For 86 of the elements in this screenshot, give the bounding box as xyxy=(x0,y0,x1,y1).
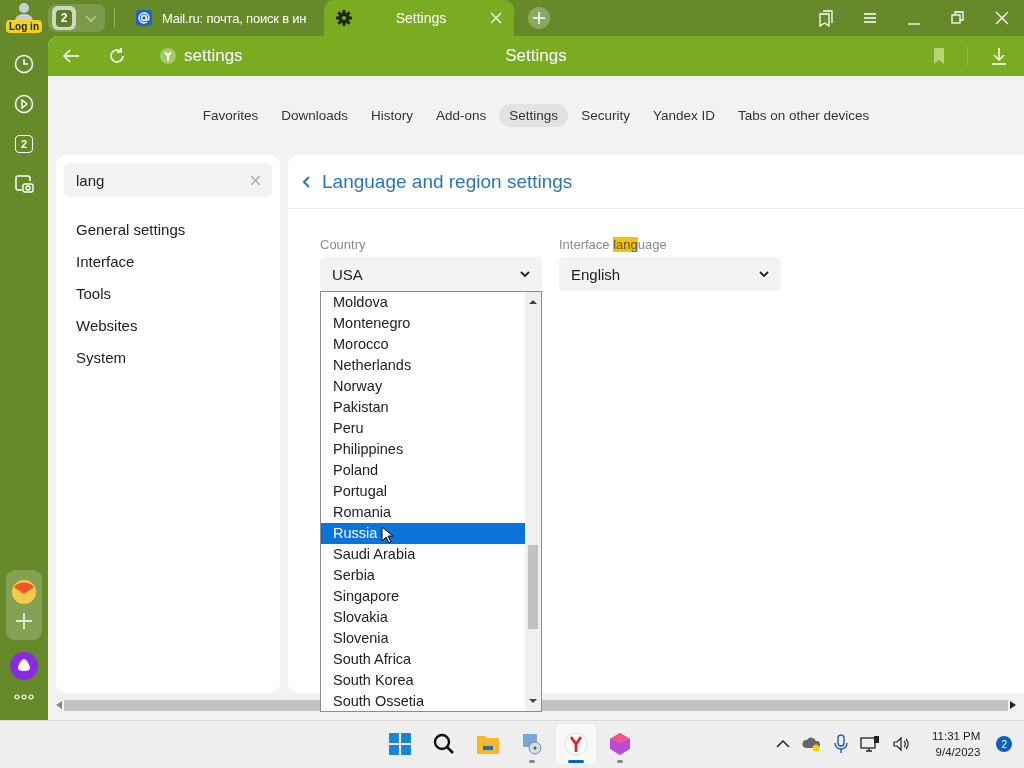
nav-tab[interactable]: Security xyxy=(571,104,640,127)
language-select[interactable]: English xyxy=(559,257,781,291)
download-icon[interactable] xyxy=(990,47,1008,65)
clear-icon[interactable] xyxy=(251,175,260,185)
nav-tab[interactable]: History xyxy=(361,104,424,127)
tab-count-button[interactable]: 2 xyxy=(15,135,33,153)
close-icon[interactable] xyxy=(993,9,1011,27)
tab-count-button[interactable]: 2 xyxy=(52,6,76,30)
play-icon[interactable] xyxy=(14,94,34,114)
country-option[interactable]: Romania xyxy=(321,502,525,523)
search-icon xyxy=(432,732,456,756)
settings-menu-item[interactable]: Interface xyxy=(76,251,272,273)
browser-tab[interactable]: Mail.ru: почта, поиск в ин xyxy=(124,0,324,36)
gem-icon xyxy=(608,732,632,756)
plus-icon xyxy=(533,12,545,24)
scroll-left-icon[interactable] xyxy=(56,701,62,709)
browser-icon xyxy=(564,732,588,756)
chevron-up-icon[interactable] xyxy=(776,739,790,749)
nav-tab[interactable]: Tabs on other devices xyxy=(727,104,880,127)
nav-tab[interactable]: Yandex ID xyxy=(642,104,725,127)
at-sign-icon xyxy=(136,10,152,26)
country-option[interactable]: Slovakia xyxy=(321,607,525,628)
plus-icon[interactable] xyxy=(15,612,33,630)
page-title: Settings xyxy=(505,46,567,66)
reload-icon[interactable] xyxy=(108,47,126,65)
cursor-icon xyxy=(381,526,393,544)
chevron-down-icon xyxy=(520,269,530,279)
nav-tab[interactable]: Add-ons xyxy=(426,104,497,127)
back-chevron-icon[interactable] xyxy=(302,175,310,188)
settings-menu-item[interactable]: Tools xyxy=(76,283,272,305)
network-icon[interactable] xyxy=(860,735,880,753)
scroll-up-icon[interactable] xyxy=(529,298,537,306)
field-label: Interface language xyxy=(559,237,668,252)
country-option[interactable]: Saudi Arabia xyxy=(321,544,525,565)
country-option[interactable]: South Ossetia xyxy=(321,691,525,712)
microphone-icon[interactable] xyxy=(834,734,848,754)
country-option[interactable]: Morocco xyxy=(321,334,525,355)
country-option[interactable]: Russia xyxy=(321,523,525,544)
settings-menu-item[interactable]: Websites xyxy=(76,315,272,337)
back-arrow-icon[interactable] xyxy=(62,47,80,65)
clock-time[interactable]: 11:31 PM xyxy=(932,728,981,744)
restore-icon[interactable] xyxy=(949,9,967,27)
clock-date[interactable]: 9/4/2023 xyxy=(935,744,981,760)
clock-icon[interactable] xyxy=(14,54,34,74)
mail-app-icon[interactable] xyxy=(12,580,36,604)
cloud-icon[interactable] xyxy=(802,736,822,752)
country-option[interactable]: Moldova xyxy=(321,292,525,313)
country-option[interactable]: Peru xyxy=(321,418,525,439)
chevron-down-icon xyxy=(759,269,769,279)
country-option[interactable]: Poland xyxy=(321,460,525,481)
more-icon[interactable] xyxy=(14,694,34,700)
nav-tab[interactable]: Downloads xyxy=(271,104,359,127)
country-option[interactable]: Norway xyxy=(321,376,525,397)
screenshot-icon[interactable] xyxy=(14,174,34,194)
gear-icon xyxy=(336,10,352,26)
scroll-down-icon[interactable] xyxy=(529,697,537,705)
search-field[interactable]: lang xyxy=(64,163,272,197)
scroll-right-icon[interactable] xyxy=(1010,701,1016,709)
computer-icon xyxy=(520,732,544,756)
nav-tab[interactable]: Settings xyxy=(499,104,569,127)
new-tab-button[interactable] xyxy=(528,7,550,29)
country-option[interactable]: South Africa xyxy=(321,649,525,670)
windows-icon xyxy=(388,732,412,756)
site-icon xyxy=(160,48,176,64)
country-option[interactable]: Montenegro xyxy=(321,313,525,334)
country-select[interactable]: USA xyxy=(320,257,542,291)
volume-icon[interactable] xyxy=(892,736,910,752)
login-badge[interactable]: Log in xyxy=(6,20,42,33)
nav-tab[interactable]: Favorites xyxy=(192,104,269,127)
country-option[interactable]: Serbia xyxy=(321,565,525,586)
settings-menu-item[interactable]: General settings xyxy=(76,219,272,241)
notification-badge[interactable]: 2 xyxy=(996,736,1013,752)
close-icon[interactable] xyxy=(490,12,502,24)
section-title: Language and region settings xyxy=(322,170,573,193)
country-option[interactable]: Singapore xyxy=(321,586,525,607)
assistant-icon[interactable] xyxy=(10,652,38,680)
bookmarks-icon[interactable] xyxy=(817,9,835,27)
country-option[interactable]: Portugal xyxy=(321,481,525,502)
scrollbar-thumb[interactable] xyxy=(528,545,538,629)
settings-menu-item[interactable]: System xyxy=(76,347,272,369)
country-option[interactable]: Netherlands xyxy=(321,355,525,376)
field-label: Country xyxy=(320,237,367,252)
country-option[interactable]: Philippines xyxy=(321,439,525,460)
country-option[interactable]: South Korea xyxy=(321,670,525,691)
country-option[interactable]: Slovenia xyxy=(321,628,525,649)
country-option[interactable]: Pakistan xyxy=(321,397,525,418)
